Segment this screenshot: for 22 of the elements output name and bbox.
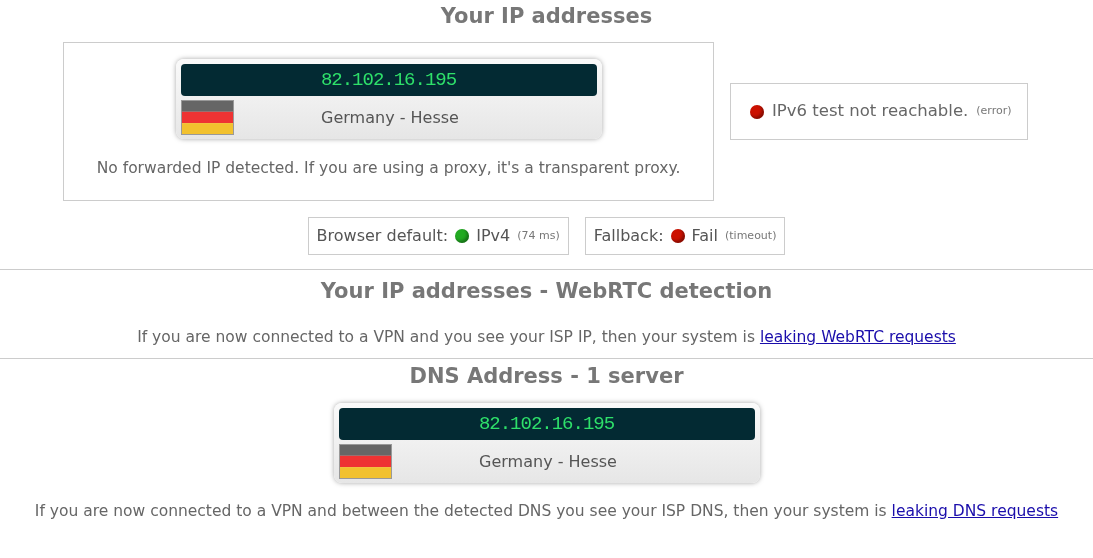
flag-icon	[338, 443, 392, 479]
forwarded-note: No forwarded IP detected. If you are using a proxy, it's a transparent proxy.	[96, 158, 681, 180]
section-title: DNS Address - 1 server	[408, 363, 685, 389]
ip-display: 82.102.16.195	[338, 407, 755, 440]
location-text: Germany - Hesse	[478, 450, 618, 473]
check-detail: (timeout)	[725, 227, 777, 244]
check-value: IPv4	[476, 225, 511, 248]
status-detail: (error)	[976, 103, 1012, 120]
link[interactable]: leaking DNS requests	[891, 501, 1059, 520]
ip-display: 82.102.16.195	[180, 64, 597, 97]
ipv6-status: IPv6 test not reachable.	[772, 100, 969, 123]
check-label: Browser default:	[316, 225, 449, 248]
location-text: Germany - Hesse	[320, 107, 460, 130]
note-text: If you are now connected to a VPN and between the detected DNS you see your ISP DNS, then your system is leaking DNS requests	[33, 500, 1060, 522]
check-value: Fail	[691, 225, 718, 248]
section-title: Your IP addresses - WebRTC detection	[319, 279, 774, 305]
flag-icon	[180, 100, 234, 136]
section-title: Your IP addresses	[439, 4, 654, 30]
check-label: Fallback:	[593, 225, 664, 248]
check-detail: (74 ms)	[517, 227, 560, 244]
note-text: If you are now connected to a VPN and you see your ISP IP, then your system is leaking WebRTC requests	[136, 327, 957, 349]
link[interactable]: leaking WebRTC requests	[759, 328, 956, 347]
